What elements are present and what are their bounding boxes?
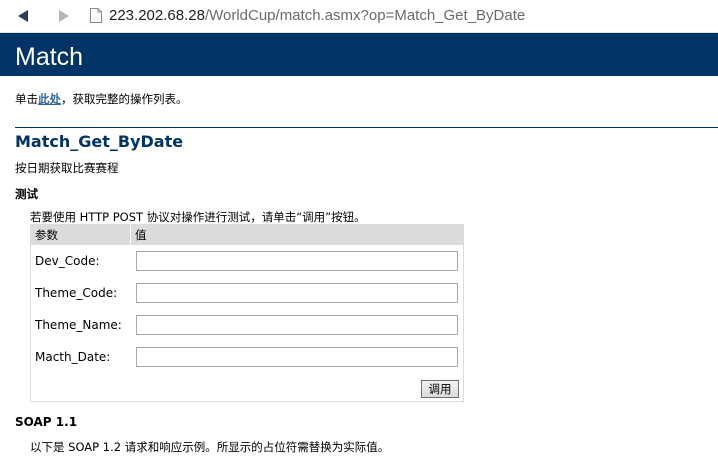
test-table-header: 参数 值 — [31, 225, 463, 245]
forward-arrow-icon[interactable] — [57, 9, 71, 23]
intro-prefix: 单击 — [15, 92, 38, 106]
dev-code-input[interactable] — [136, 251, 458, 271]
invoke-button[interactable]: 调用 — [421, 380, 459, 398]
intro-suffix: ，获取完整的操作列表。 — [61, 92, 188, 106]
param-label-theme-code: Theme_Code: — [35, 286, 118, 300]
test-instructions: 若要使用 HTTP POST 协议对操作进行测试，请单击“调用”按钮。 — [30, 210, 366, 224]
address-bar[interactable]: 223.202.68.28/WorldCup/match.asmx?op=Mat… — [109, 6, 525, 26]
column-header-value: 值 — [135, 228, 147, 242]
theme-code-input[interactable] — [136, 283, 458, 303]
test-heading: 测试 — [15, 187, 38, 201]
page-title: Match — [15, 43, 84, 71]
soap-description: 以下是 SOAP 1.2 请求和响应示例。所显示的占位符需替换为实际值。 — [30, 440, 390, 454]
param-label-theme-name: Theme_Name: — [35, 318, 122, 332]
intro-text: 单击此处，获取完整的操作列表。 — [15, 91, 188, 107]
browser-toolbar: 223.202.68.28/WorldCup/match.asmx?op=Mat… — [0, 0, 718, 33]
param-label-dev-code: Dev_Code: — [35, 254, 100, 268]
page: 223.202.68.28/WorldCup/match.asmx?op=Mat… — [0, 0, 718, 456]
url-path: /WorldCup/match.asmx?op=Match_Get_ByDate — [204, 7, 526, 24]
url-host: 223.202.68.28 — [109, 7, 205, 24]
macth-date-input[interactable] — [136, 347, 458, 367]
column-header-param: 参数 — [35, 228, 58, 242]
header-banner: Match — [0, 33, 718, 76]
operation-list-link[interactable]: 此处 — [38, 92, 61, 106]
column-separator — [130, 225, 131, 245]
divider — [15, 127, 718, 128]
param-label-macth-date: Macth_Date: — [35, 350, 111, 364]
operation-description: 按日期获取比赛赛程 — [15, 161, 119, 175]
operation-title: Match_Get_ByDate — [15, 132, 184, 151]
theme-name-input[interactable] — [136, 315, 458, 335]
back-arrow-icon[interactable] — [16, 9, 30, 23]
page-icon — [90, 8, 102, 23]
test-form: 参数 值 Dev_Code: Theme_Code: Theme_Name: M… — [30, 224, 464, 402]
soap-heading: SOAP 1.1 — [15, 415, 78, 429]
